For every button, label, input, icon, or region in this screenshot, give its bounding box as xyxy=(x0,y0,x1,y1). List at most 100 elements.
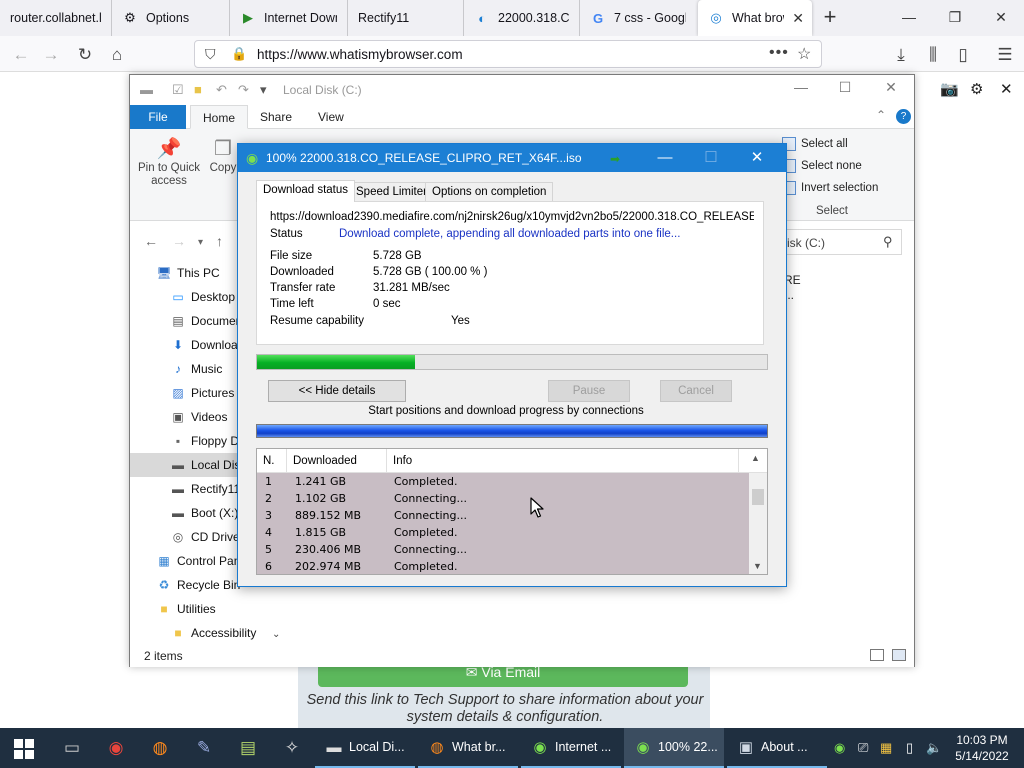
invert-selection-button[interactable]: Invert selection xyxy=(782,181,878,195)
restore-button[interactable]: ❐ xyxy=(932,0,978,34)
url-text[interactable]: https://www.whatismybrowser.com xyxy=(257,47,463,62)
library-icon[interactable]: ⫼ xyxy=(920,42,946,68)
battery-icon[interactable]: ▯ xyxy=(906,740,913,756)
table-row[interactable]: 5 230.406 MB Connecting... xyxy=(257,541,749,558)
explorer-search-input[interactable]: isk (C:) ⚲ xyxy=(778,229,902,255)
tab-download-status[interactable]: Download status xyxy=(256,180,356,202)
taskbar-app-4[interactable]: ◉ 100% 22... xyxy=(624,728,724,768)
table-row[interactable]: 1 1.241 GB Completed. xyxy=(257,473,749,490)
table-row[interactable]: 4 1.815 GB Completed. xyxy=(257,524,749,541)
large-icons-view-icon[interactable] xyxy=(892,649,906,661)
page-actions-icon[interactable]: ••• xyxy=(769,44,789,62)
ribbon-tab-home[interactable]: Home xyxy=(190,105,249,129)
clock-time[interactable]: 10:03 PM xyxy=(950,733,1014,747)
recent-dropdown-icon[interactable]: ▾ xyxy=(198,237,203,248)
bookmark-star-icon[interactable]: ☆ xyxy=(797,44,811,64)
column-header-downloaded[interactable]: Downloaded xyxy=(287,449,387,473)
camera-icon[interactable]: 📷 xyxy=(940,80,959,98)
explorer-maximize-button[interactable]: ☐ xyxy=(822,79,868,101)
pen-icon[interactable]: ✎ xyxy=(184,734,224,762)
dialog-close-button[interactable]: ✕ xyxy=(734,144,780,172)
new-folder-icon[interactable]: ■ xyxy=(194,82,202,97)
forward-icon[interactable]: → xyxy=(172,233,186,249)
network-icon[interactable]: ⎚ xyxy=(858,740,868,756)
forward-button[interactable]: → xyxy=(38,42,64,68)
minimize-button[interactable]: — xyxy=(886,0,932,34)
ribbon-tab-file[interactable]: File xyxy=(130,105,186,129)
new-tab-button[interactable]: + xyxy=(818,6,842,30)
table-row[interactable]: 3 889.152 MB Connecting... xyxy=(257,507,749,524)
help-icon[interactable]: ? xyxy=(896,109,911,124)
browser-tab-rectify11[interactable]: Rectify11 xyxy=(348,0,464,36)
firefox-icon[interactable]: ◍ xyxy=(140,734,180,762)
details-view-icon[interactable] xyxy=(870,649,884,661)
lock-icon[interactable]: 🔒 xyxy=(231,46,247,62)
downloads-icon[interactable]: ⤓ xyxy=(888,42,914,68)
notepad-icon[interactable]: ▤ xyxy=(228,734,268,762)
scroll-down-icon[interactable]: ▼ xyxy=(753,561,762,571)
clock-date[interactable]: 5/14/2022 xyxy=(950,749,1014,763)
menu-icon[interactable]: ☰ xyxy=(992,42,1018,68)
explorer-minimize-button[interactable]: — xyxy=(778,79,824,101)
browser-tab-options[interactable]: ⚙ Options xyxy=(112,0,230,36)
nav-item-utilities[interactable]: ■ Utilities xyxy=(130,597,286,621)
column-header-info[interactable]: Info xyxy=(387,449,739,473)
undo-icon[interactable]: ↶ xyxy=(216,82,227,98)
column-header-n[interactable]: N. xyxy=(257,449,287,473)
reload-button[interactable]: ↻ xyxy=(72,42,98,68)
copy-button[interactable]: ❐ Copy xyxy=(206,139,240,175)
pin-to-quick-access-button[interactable]: 📌 Pin to Quick access xyxy=(136,139,202,188)
browser-tab-22000[interactable]: ◐ 22000.318.CO xyxy=(464,0,580,36)
paint-icon[interactable]: ✧ xyxy=(272,734,312,762)
scrollbar-thumb[interactable] xyxy=(752,489,764,505)
chrome-icon[interactable]: ◉ xyxy=(96,734,136,762)
taskbar-app-2[interactable]: ◍ What br... xyxy=(418,728,518,768)
browser-tab-google[interactable]: G 7 css - Googl xyxy=(580,0,696,36)
cancel-button[interactable]: Cancel xyxy=(660,380,732,402)
back-button[interactable]: ← xyxy=(8,42,34,68)
ribbon-tab-view[interactable]: View xyxy=(306,105,356,129)
connections-table-header: N. Downloaded Info ▲ xyxy=(257,449,767,473)
terminal-icon[interactable]: ▭ xyxy=(52,734,92,762)
scroll-up-icon[interactable]: ▲ xyxy=(751,453,760,463)
explorer-close-button[interactable]: ✕ xyxy=(868,79,914,101)
select-none-button[interactable]: Select none xyxy=(782,159,862,173)
close-icon[interactable]: ✕ xyxy=(1000,80,1013,98)
close-tab-icon[interactable]: ✕ xyxy=(792,10,804,27)
taskbar-app-1[interactable]: ▬ Local Di... xyxy=(315,728,415,768)
gear-icon[interactable]: ⚙ xyxy=(970,80,983,98)
volume-icon[interactable]: 🔈 xyxy=(926,740,942,756)
shield-icon[interactable]: ⛉ xyxy=(205,46,216,63)
back-icon[interactable]: ← xyxy=(144,233,158,249)
home-button[interactable]: ⌂ xyxy=(104,42,130,68)
idm-tray-icon[interactable]: ◉ xyxy=(834,740,845,756)
url-bar[interactable]: ⛉ 🔒 https://www.whatismybrowser.com ••• … xyxy=(194,40,822,68)
table-row[interactable]: 6 202.974 MB Completed. xyxy=(257,558,749,574)
dialog-minimize-button[interactable]: — xyxy=(642,144,688,172)
redo-icon[interactable]: ↷ xyxy=(238,82,249,98)
properties-icon[interactable]: ☑ xyxy=(172,82,184,98)
pause-button[interactable]: Pause xyxy=(548,380,630,402)
start-button[interactable] xyxy=(6,736,42,762)
customize-icon[interactable]: ▾ xyxy=(260,82,267,98)
table-scrollbar[interactable]: ▼ xyxy=(749,473,767,574)
search-icon: ⚲ xyxy=(883,234,893,249)
hide-details-button[interactable]: << Hide details xyxy=(268,380,406,402)
browser-tab-internet-download[interactable]: ▶ Internet Down xyxy=(230,0,348,36)
nav-item-accessibility[interactable]: ■ Accessibility xyxy=(130,621,286,645)
color-icon[interactable]: ▦ xyxy=(880,740,892,756)
nav-scroll-down-icon[interactable]: ⌄ xyxy=(272,629,280,640)
browser-tab-router[interactable]: router.collabnet.lo xyxy=(0,0,112,36)
ribbon-collapse-icon[interactable]: ⌃ xyxy=(876,108,886,122)
taskbar-app-3[interactable]: ◉ Internet ... xyxy=(521,728,621,768)
ribbon-tab-share[interactable]: Share xyxy=(248,105,304,129)
table-row[interactable]: 2 1.102 GB Connecting... xyxy=(257,490,749,507)
sidebar-icon[interactable]: ▯ xyxy=(950,42,976,68)
tab-speed-limiter[interactable]: Speed Limiter xyxy=(349,182,434,202)
close-button[interactable]: ✕ xyxy=(978,0,1024,34)
browser-tab-whatismybrowser[interactable]: ◎ What brow ✕ xyxy=(698,0,812,36)
tab-options-on-completion[interactable]: Options on completion xyxy=(425,182,554,202)
up-icon[interactable]: ↑ xyxy=(216,233,223,249)
taskbar-app-5[interactable]: ▣ About ... xyxy=(727,728,827,768)
select-all-button[interactable]: Select all xyxy=(782,137,848,151)
